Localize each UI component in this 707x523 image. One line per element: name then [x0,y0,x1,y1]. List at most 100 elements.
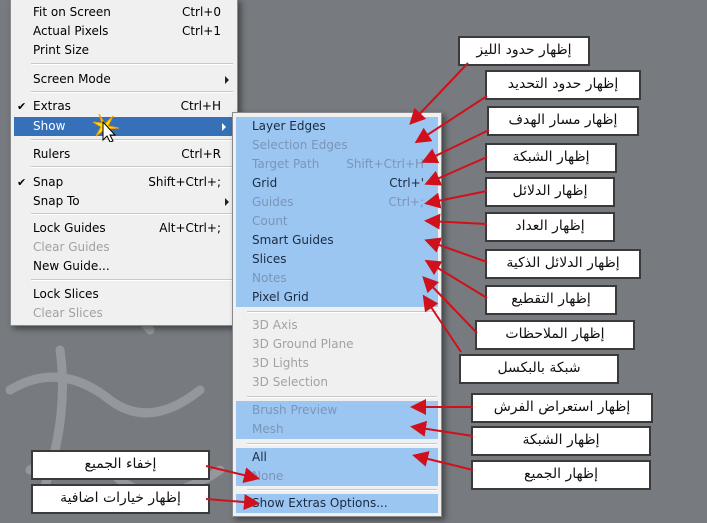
menu-item-extras[interactable]: ✔ Extras Ctrl+H [11,97,237,116]
menu-item-label: Screen Mode [33,72,111,86]
submenu-arrow-icon [222,123,226,131]
menu-item-smart-guides[interactable]: Smart Guides [236,231,438,250]
menu-item-shortcut: Ctrl+; [388,195,424,209]
menu-item-notes[interactable]: Notes [236,269,438,288]
menu-item-label: Smart Guides [252,233,334,247]
menu-item-label: 3D Ground Plane [252,337,354,351]
menu-item-3d-selection[interactable]: 3D Selection [236,373,438,392]
menu-item-label: Notes [252,271,287,285]
menu-item-clear-slices[interactable]: Clear Slices [11,304,237,323]
menu-item-label: Layer Edges [252,119,326,133]
menu-item-label: New Guide... [33,259,110,273]
menu-item-label: Brush Preview [252,403,338,417]
menu-separator [247,489,437,491]
menu-item-count[interactable]: Count [236,212,438,231]
menu-item-shortcut: Shift+Ctrl+; [148,175,221,189]
menu-item-target-path[interactable]: Target Path Shift+Ctrl+H [236,155,438,174]
menu-item-label: Clear Guides [33,240,110,254]
menu-item-label: Extras [33,99,71,113]
menu-item-shortcut: Ctrl+1 [181,24,221,38]
menu-item-label: Rulers [33,147,71,161]
menu-item-snap-to[interactable]: Snap To [11,192,237,211]
menu-item-label: Snap [33,175,64,189]
menu-item-print-size[interactable]: Print Size [11,41,237,60]
menu-separator [247,311,437,313]
menu-item-guides[interactable]: Guides Ctrl+; [236,193,438,212]
menu-item-label: Slices [252,252,287,266]
annotation-label: إظهار العداد [485,212,615,242]
menu-item-label: Selection Edges [252,138,348,152]
checkmark-icon: ✔ [17,100,27,113]
menu-item-3d-axis[interactable]: 3D Axis [236,316,438,335]
checkmark-icon: ✔ [17,176,27,189]
menu-item-rulers[interactable]: Rulers Ctrl+R [11,145,237,164]
annotation-label: إظهار استعراض الفرش [471,393,653,423]
menu-item-fit-on-screen[interactable]: Fit on Screen Ctrl+0 [11,3,237,22]
menu-item-pixel-grid[interactable]: Pixel Grid [236,288,438,307]
menu-item-shortcut: Ctrl+' [389,176,424,190]
annotation-label: إخفاء الجميع [31,450,210,480]
annotation-label: إظهار الدلائل [485,177,615,207]
annotation-label: إظهار الشبكة [485,143,617,173]
menu-item-shortcut: Ctrl+H [180,99,221,113]
menu-item-show-extras-options[interactable]: Show Extras Options... [236,494,438,513]
annotation-label: إظهار حدود الليز [458,36,590,66]
menu-item-clear-guides[interactable]: Clear Guides [11,238,237,257]
menu-separator [31,166,233,168]
menu-item-label: All [252,450,267,464]
menu-separator [31,91,233,93]
menu-item-3d-ground-plane[interactable]: 3D Ground Plane [236,335,438,354]
annotation-label: شبكة بالبكسل [459,354,619,384]
menu-item-3d-lights[interactable]: 3D Lights [236,354,438,373]
menu-item-label: 3D Lights [252,356,309,370]
menu-item-snap[interactable]: ✔ Snap Shift+Ctrl+; [11,173,237,192]
menu-item-shortcut: Alt+Ctrl+; [159,221,221,235]
annotation-label: إظهار الشبكة [471,426,651,456]
menu-item-brush-preview[interactable]: Brush Preview [236,401,438,420]
submenu-arrow-icon [225,76,229,84]
annotation-label: إظهار الدلائل الذكية [485,249,641,279]
menu-item-label: Show [33,119,66,133]
annotation-label: إظهار التقطيع [485,285,617,315]
menu-item-grid[interactable]: Grid Ctrl+' [236,174,438,193]
menu-item-actual-pixels[interactable]: Actual Pixels Ctrl+1 [11,22,237,41]
show-submenu: Layer Edges Selection Edges Target Path … [232,112,442,517]
menu-separator [31,279,233,281]
annotation-label: إظهار مسار الهدف [487,106,639,136]
menu-item-label: Clear Slices [33,306,103,320]
menu-item-label: Print Size [33,43,90,57]
menu-separator [31,139,233,141]
menu-item-label: Lock Slices [33,287,99,301]
menu-item-label: 3D Axis [252,318,298,332]
menu-item-label: None [252,469,284,483]
menu-item-lock-guides[interactable]: Lock Guides Alt+Ctrl+; [11,219,237,238]
annotation-label: إظهار الملاحظات [475,320,635,350]
menu-separator [31,63,233,65]
menu-item-slices[interactable]: Slices [236,250,438,269]
menu-item-label: 3D Selection [252,375,328,389]
menu-item-new-guide[interactable]: New Guide... [11,257,237,276]
submenu-arrow-icon [225,198,229,206]
menu-item-label: Fit on Screen [33,5,111,19]
menu-separator [247,396,437,398]
menu-item-layer-edges[interactable]: Layer Edges [236,117,438,136]
menu-item-none[interactable]: None [236,467,438,486]
mouse-cursor-icon [93,114,119,142]
menu-item-label: Lock Guides [33,221,106,235]
menu-item-all[interactable]: All [236,448,438,467]
menu-item-label: Guides [252,195,294,209]
menu-separator [247,443,437,445]
menu-item-mesh[interactable]: Mesh [236,420,438,439]
menu-item-shortcut: Ctrl+R [181,147,221,161]
annotation-label: إظهار خيارات اضافية [31,484,210,514]
menu-item-label: Snap To [33,194,80,208]
annotation-label: إظهار حدود التحديد [485,70,641,100]
menu-item-label: Mesh [252,422,284,436]
menu-item-selection-edges[interactable]: Selection Edges [236,136,438,155]
menu-item-label: Show Extras Options... [252,496,388,510]
annotation-label: إظهار الجميع [471,460,651,490]
menu-item-screen-mode[interactable]: Screen Mode [11,70,237,89]
menu-item-show[interactable]: Show [14,117,234,136]
menu-item-shortcut: Ctrl+0 [181,5,221,19]
menu-item-lock-slices[interactable]: Lock Slices [11,285,237,304]
